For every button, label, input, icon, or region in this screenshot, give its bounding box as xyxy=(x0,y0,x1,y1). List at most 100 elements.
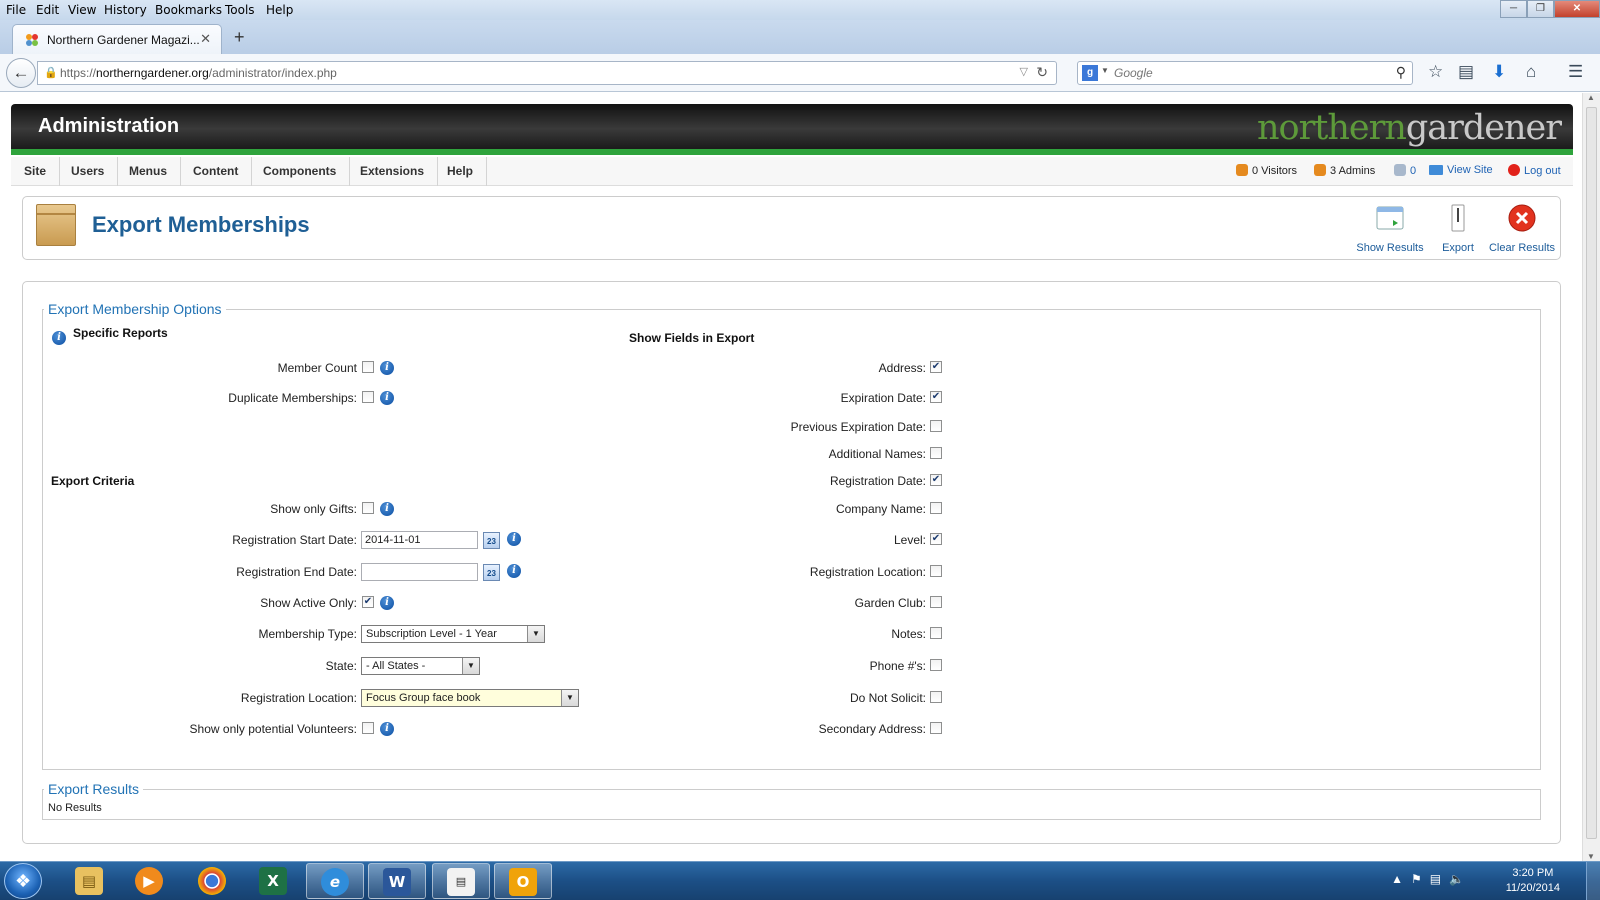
results-fieldset xyxy=(42,789,1541,820)
menu-tools[interactable]: Tools xyxy=(225,3,255,17)
field-expiration-date-checkbox[interactable]: ✔ xyxy=(930,391,942,403)
view-site-link[interactable]: View Site xyxy=(1429,164,1493,176)
info-icon[interactable]: i xyxy=(380,391,394,405)
chevron-down-icon[interactable]: ▼ xyxy=(561,690,578,706)
duplicate-memberships-checkbox[interactable] xyxy=(362,391,374,403)
taskbar-word[interactable]: W xyxy=(368,863,426,899)
taskbar-excel[interactable]: X xyxy=(244,863,302,899)
menu-help[interactable]: Help xyxy=(266,3,293,17)
chevron-down-icon[interactable]: ▼ xyxy=(527,626,544,642)
scroll-up-icon[interactable]: ▲ xyxy=(1587,93,1595,102)
menu-help-admin[interactable]: Help xyxy=(434,157,488,186)
status-visitors: 0 Visitors xyxy=(1236,164,1297,177)
registration-location-select[interactable]: Focus Group face book ▼ xyxy=(361,689,579,707)
registration-start-date-label: Registration Start Date: xyxy=(232,533,357,547)
menu-users[interactable]: Users xyxy=(58,157,119,186)
start-button[interactable]: ❖ xyxy=(4,863,42,899)
menu-site[interactable]: Site xyxy=(11,157,61,186)
field-notes-label: Notes: xyxy=(891,627,926,641)
taskbar-outlook[interactable]: O xyxy=(494,863,552,899)
taskbar-clock[interactable]: 3:20 PM 11/20/2014 xyxy=(1506,866,1560,896)
show-active-only-checkbox[interactable]: ✔ xyxy=(362,596,374,608)
info-icon[interactable]: i xyxy=(380,596,394,610)
url-bar[interactable]: 🔒 https://northerngardener.org/administr… xyxy=(37,61,1057,85)
info-icon[interactable]: i xyxy=(507,532,521,546)
info-icon[interactable]: i xyxy=(52,331,66,345)
menu-edit[interactable]: Edit xyxy=(36,3,59,17)
browser-tab[interactable]: Northern Gardener Magazi... ✕ xyxy=(12,24,222,54)
field-level-checkbox[interactable]: ✔ xyxy=(930,533,942,545)
menu-view[interactable]: View xyxy=(68,3,96,17)
registration-end-date-input[interactable] xyxy=(361,563,478,581)
status-messages[interactable]: 0 xyxy=(1394,164,1416,177)
downloads-icon[interactable]: ⬇ xyxy=(1492,62,1506,82)
admin-header: Administration northerngardener xyxy=(11,104,1573,155)
search-engine-dropdown-icon[interactable]: ▼ xyxy=(1101,66,1109,75)
taskbar-chrome[interactable] xyxy=(183,863,241,899)
field-registration-date-checkbox[interactable]: ✔ xyxy=(930,474,942,486)
menu-content[interactable]: Content xyxy=(180,157,253,186)
menu-extensions[interactable]: Extensions xyxy=(347,157,439,186)
field-secondary-address-checkbox[interactable] xyxy=(930,722,942,734)
scroll-down-icon[interactable]: ▼ xyxy=(1587,852,1595,861)
export-button[interactable]: Export xyxy=(1440,203,1476,254)
field-company-name-label: Company Name: xyxy=(835,502,926,516)
field-company-name-checkbox[interactable] xyxy=(930,502,942,514)
new-tab-button[interactable]: + xyxy=(234,27,245,48)
field-address-checkbox[interactable]: ✔ xyxy=(930,361,942,373)
state-select[interactable]: - All States - ▼ xyxy=(361,657,480,675)
menu-menus[interactable]: Menus xyxy=(116,157,182,186)
restore-button[interactable]: ❐ xyxy=(1527,0,1554,18)
info-icon[interactable]: i xyxy=(507,564,521,578)
window-controls: ─ ❐ ✕ xyxy=(1500,0,1600,20)
potential-volunteers-checkbox[interactable] xyxy=(362,722,374,734)
joomla-favicon-icon xyxy=(26,34,38,46)
show-results-button[interactable]: Show Results xyxy=(1353,203,1427,254)
dropdown-icon[interactable]: ▽ xyxy=(1020,65,1028,78)
show-only-gifts-checkbox[interactable] xyxy=(362,502,374,514)
google-icon[interactable]: g xyxy=(1082,65,1098,81)
info-icon[interactable]: i xyxy=(380,722,394,736)
scroll-thumb[interactable] xyxy=(1586,107,1597,839)
registration-start-date-input[interactable]: 2014-11-01 xyxy=(361,531,478,549)
field-notes-checkbox[interactable] xyxy=(930,627,942,639)
bookmark-star-icon[interactable]: ☆ xyxy=(1428,62,1443,82)
field-garden-club-checkbox[interactable] xyxy=(930,596,942,608)
menu-file[interactable]: File xyxy=(6,3,26,17)
chevron-down-icon[interactable]: ▼ xyxy=(462,658,479,674)
close-tab-icon[interactable]: ✕ xyxy=(200,31,211,47)
membership-type-select[interactable]: Subscription Level - 1 Year ▼ xyxy=(361,625,545,643)
field-phone-s-checkbox[interactable] xyxy=(930,659,942,671)
page-scrollbar[interactable]: ▲ ▼ xyxy=(1582,93,1600,861)
search-icon[interactable]: ⚲ xyxy=(1396,64,1406,81)
bookmarks-list-icon[interactable]: ▤ xyxy=(1458,62,1474,82)
calendar-icon[interactable]: 23 xyxy=(483,532,500,549)
info-icon[interactable]: i xyxy=(380,502,394,516)
close-window-button[interactable]: ✕ xyxy=(1554,0,1600,18)
show-desktop-button[interactable] xyxy=(1586,862,1600,900)
logout-link[interactable]: Log out xyxy=(1508,164,1561,177)
info-icon[interactable]: i xyxy=(380,361,394,375)
home-icon[interactable]: ⌂ xyxy=(1526,62,1536,82)
menu-bookmarks[interactable]: Bookmarks xyxy=(155,3,222,17)
taskbar-notepad[interactable]: ▤ xyxy=(432,863,490,899)
system-tray[interactable]: ▲⚑▤🔈 xyxy=(1391,872,1472,886)
hamburger-menu-icon[interactable]: ☰ xyxy=(1568,62,1583,82)
menu-history[interactable]: History xyxy=(104,3,147,17)
back-button[interactable]: ← xyxy=(6,58,36,88)
calendar-icon[interactable]: 23 xyxy=(483,564,500,581)
clear-results-button[interactable]: Clear Results xyxy=(1487,203,1557,254)
taskbar-file-explorer[interactable]: ▤ xyxy=(60,863,118,899)
minimize-button[interactable]: ─ xyxy=(1500,0,1527,18)
member-count-checkbox[interactable] xyxy=(362,361,374,373)
folder-icon: ▤ xyxy=(75,867,103,895)
taskbar-media-player[interactable]: ▶ xyxy=(120,863,178,899)
reload-icon[interactable]: ↻ xyxy=(1036,64,1048,81)
field-do-not-solicit-checkbox[interactable] xyxy=(930,691,942,703)
menu-components[interactable]: Components xyxy=(250,157,351,186)
field-registration-location-checkbox[interactable] xyxy=(930,565,942,577)
field-previous-expiration-date-checkbox[interactable] xyxy=(930,420,942,432)
taskbar-internet-explorer[interactable]: e xyxy=(306,863,364,899)
field-additional-names-checkbox[interactable] xyxy=(930,447,942,459)
search-box[interactable]: g ▼ Google ⚲ xyxy=(1077,61,1413,85)
